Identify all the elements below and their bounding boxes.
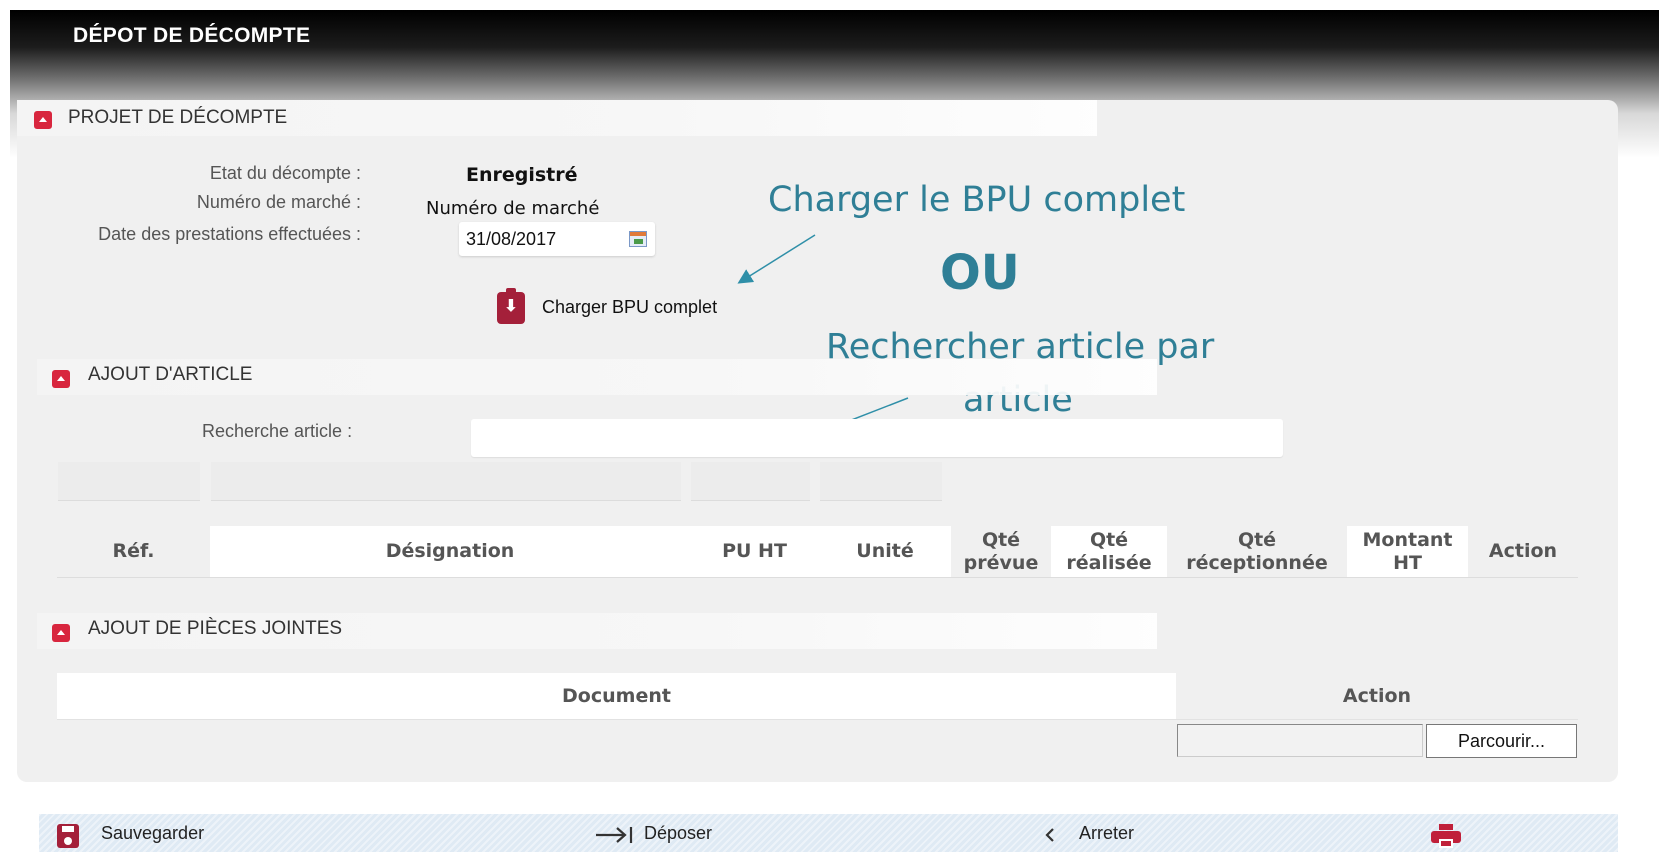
etat-label: Etat du décompte : (209, 163, 361, 183)
documents-table: Document Action (57, 673, 1578, 720)
filter-designation[interactable] (211, 462, 681, 501)
filter-unite[interactable] (820, 462, 942, 501)
file-path-field[interactable] (1177, 724, 1423, 757)
numero-marche-value: Numéro de marché (426, 198, 600, 219)
floppy-disk-icon (57, 824, 79, 848)
charger-bpu-label: Charger BPU complet (542, 297, 718, 317)
printer-icon[interactable] (1431, 824, 1461, 848)
col-qte-recep-line2: réceptionnée (1186, 551, 1328, 574)
clipboard-download-icon: ⬇ (497, 288, 525, 324)
save-label: Sauvegarder (101, 823, 205, 843)
col-designation[interactable]: Désignation (210, 526, 690, 578)
date-prestations-label: Date des prestations effectuées : (98, 224, 361, 244)
filter-ref[interactable] (58, 462, 200, 501)
deposer-button[interactable]: Déposer (594, 814, 754, 852)
section-pieces-header[interactable]: AJOUT DE PIÈCES JOINTES (37, 613, 1157, 649)
col-action[interactable]: Action (1468, 526, 1578, 578)
col-document: Document (57, 673, 1176, 720)
documents-header-row: Document Action (57, 673, 1578, 720)
section-projet-title: PROJET DE DÉCOMPTE (68, 107, 288, 128)
articles-table: Réf. Désignation PU HT Unité Qté prévue Q… (57, 526, 1578, 578)
col-pu-ht[interactable]: PU HT (690, 526, 819, 578)
annotation-ou: OU (940, 245, 1020, 301)
col-ref[interactable]: Réf. (57, 526, 210, 578)
date-prestations-field[interactable]: 31/08/2017 (459, 222, 655, 256)
section-pieces-title: AJOUT DE PIÈCES JOINTES (88, 618, 343, 639)
charger-bpu-button[interactable]: ⬇ Charger BPU complet (497, 288, 757, 326)
col-qte-prevue-line1: Qté (981, 528, 1021, 551)
section-article-title: AJOUT D'ARTICLE (88, 364, 253, 385)
col-qte-prevue-line2: prévue (963, 551, 1039, 574)
col-qte-recep-line1: Qté (1237, 528, 1277, 551)
etat-value: Enregistré (466, 164, 578, 186)
col-qte-receptionnee[interactable]: Qté réceptionnée (1167, 526, 1347, 578)
page-title: DÉPOT DE DÉCOMPTE (73, 24, 311, 47)
col-montant-line2: HT (1393, 551, 1422, 574)
save-button[interactable]: Sauvegarder (39, 814, 269, 852)
articles-header-row: Réf. Désignation PU HT Unité Qté prévue Q… (57, 526, 1578, 578)
numero-marche-label: Numéro de marché : (196, 192, 361, 212)
filter-pu-ht[interactable] (691, 462, 810, 501)
col-montant-line1: Montant (1362, 528, 1453, 551)
deposer-label: Déposer (644, 823, 713, 843)
col-montant-ht[interactable]: Montant HT (1347, 526, 1468, 578)
recherche-article-label: Recherche article : (202, 421, 353, 441)
arreter-label: Arreter (1079, 823, 1135, 843)
col-qte-realisee-line1: Qté (1089, 528, 1129, 551)
col-qte-prevue[interactable]: Qté prévue (951, 526, 1051, 578)
annotation-charger: Charger le BPU complet (768, 180, 1186, 220)
calendar-icon[interactable] (629, 231, 647, 247)
browse-button[interactable]: Parcourir... (1426, 724, 1577, 758)
collapse-icon[interactable] (34, 111, 52, 129)
col-qte-realisee[interactable]: Qté réalisée (1051, 526, 1167, 578)
action-bar: Sauvegarder Déposer Arreter (39, 814, 1618, 852)
date-prestations-value: 31/08/2017 (466, 229, 557, 249)
arreter-button[interactable]: Arreter (1039, 814, 1159, 852)
section-projet-header[interactable]: PROJET DE DÉCOMPTE (17, 100, 1097, 136)
chevron-left-icon (1045, 828, 1054, 842)
col-qte-realisee-line2: réalisée (1066, 551, 1152, 574)
col-unite[interactable]: Unité (819, 526, 951, 578)
collapse-icon[interactable] (52, 370, 70, 388)
arrow-to-bar-icon (596, 827, 633, 843)
recherche-article-input[interactable] (471, 419, 1283, 457)
col-doc-action: Action (1342, 684, 1412, 707)
section-article-header[interactable]: AJOUT D'ARTICLE (37, 359, 1157, 395)
collapse-icon[interactable] (52, 624, 70, 642)
